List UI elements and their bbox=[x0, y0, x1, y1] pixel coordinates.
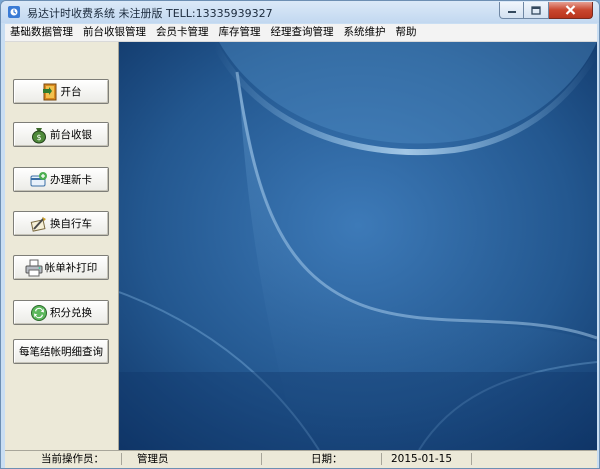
front-cashier-button[interactable]: $ 前台收银 bbox=[13, 122, 109, 147]
menu-front-desk-cashier[interactable]: 前台收银管理 bbox=[78, 24, 151, 41]
window-controls bbox=[499, 2, 593, 20]
new-card-button[interactable]: 办理新卡 bbox=[13, 167, 109, 192]
swap-bicycle-icon bbox=[30, 216, 46, 232]
menu-inventory[interactable]: 库存管理 bbox=[214, 24, 266, 41]
menu-help[interactable]: 帮助 bbox=[391, 24, 422, 41]
money-bag-icon: $ bbox=[32, 127, 46, 143]
open-table-label: 开台 bbox=[60, 86, 82, 98]
title-bar[interactable]: 易达计时收费系统 未注册版 TELL:13335939327 bbox=[1, 1, 599, 23]
operator-value: 管理员 bbox=[137, 453, 169, 465]
points-exchange-label: 积分兑换 bbox=[50, 307, 92, 319]
menu-system-maintenance[interactable]: 系统维护 bbox=[339, 24, 391, 41]
operator-label: 当前操作员： bbox=[41, 453, 104, 465]
printer-icon bbox=[25, 259, 43, 276]
minimize-button[interactable] bbox=[499, 2, 524, 19]
menu-bar: 基础数据管理 前台收银管理 会员卡管理 库存管理 经理查询管理 系统维护 帮助 bbox=[5, 24, 597, 42]
client-area: 开台 $ 前台收银 办理新卡 换自行车 帐单补打印 积分兑换 每笔结帐明细查询 bbox=[5, 42, 597, 450]
date-label: 日期： bbox=[311, 453, 343, 465]
transaction-detail-query-button[interactable]: 每笔结帐明细查询 bbox=[13, 339, 109, 364]
window-title: 易达计时收费系统 未注册版 TELL:13335939327 bbox=[27, 7, 273, 20]
front-cashier-label: 前台收银 bbox=[50, 129, 92, 141]
new-card-icon bbox=[30, 171, 47, 186]
close-icon bbox=[565, 5, 576, 15]
status-separator bbox=[471, 453, 472, 465]
status-bar: 当前操作员： 管理员 日期： 2015-01-15 bbox=[5, 450, 597, 468]
points-exchange-icon bbox=[31, 304, 47, 321]
status-separator bbox=[381, 453, 382, 465]
open-table-button[interactable]: 开台 bbox=[13, 79, 109, 104]
status-separator bbox=[121, 453, 122, 465]
swap-bicycle-button[interactable]: 换自行车 bbox=[13, 211, 109, 236]
minimize-icon bbox=[507, 11, 516, 13]
date-value: 2015-01-15 bbox=[391, 453, 453, 465]
menu-basic-data[interactable]: 基础数据管理 bbox=[5, 24, 78, 41]
close-button[interactable] bbox=[549, 2, 593, 19]
app-window: 易达计时收费系统 未注册版 TELL:13335939327 基础数据管理 前台… bbox=[0, 0, 600, 469]
maximize-icon bbox=[531, 5, 541, 15]
desktop-wallpaper bbox=[119, 42, 597, 450]
status-separator bbox=[261, 453, 262, 465]
new-card-label: 办理新卡 bbox=[50, 174, 92, 186]
points-exchange-button[interactable]: 积分兑换 bbox=[13, 300, 109, 325]
menu-manager-query[interactable]: 经理查询管理 bbox=[266, 24, 339, 41]
transaction-detail-query-label: 每笔结帐明细查询 bbox=[19, 346, 103, 358]
sidebar: 开台 $ 前台收银 办理新卡 换自行车 帐单补打印 积分兑换 每笔结帐明细查询 bbox=[5, 42, 119, 450]
reprint-bill-label: 帐单补打印 bbox=[44, 262, 98, 274]
reprint-bill-button[interactable]: 帐单补打印 bbox=[13, 255, 109, 280]
maximize-button[interactable] bbox=[524, 2, 549, 19]
wallpaper-image bbox=[119, 42, 597, 450]
app-icon bbox=[8, 6, 20, 18]
svg-text:$: $ bbox=[36, 133, 41, 142]
door-icon bbox=[42, 83, 56, 100]
swap-bicycle-label: 换自行车 bbox=[50, 218, 92, 230]
menu-membership-card[interactable]: 会员卡管理 bbox=[151, 24, 214, 41]
